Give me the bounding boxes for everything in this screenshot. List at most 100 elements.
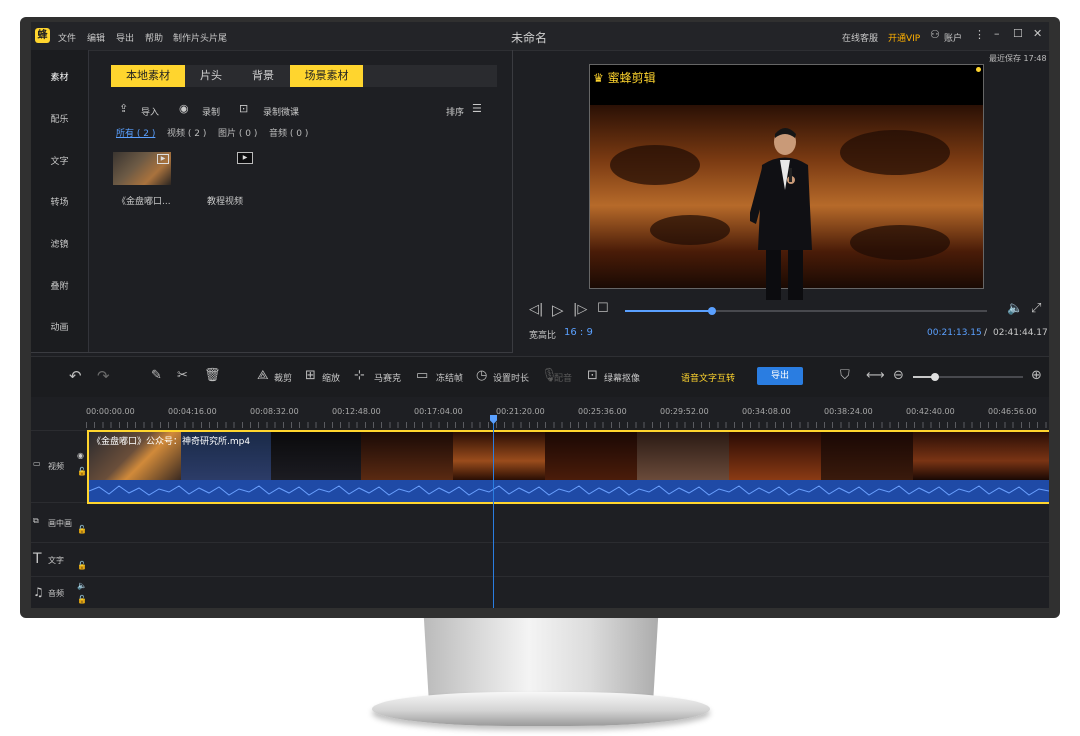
video-preview[interactable]: ♛ 蜜蜂剪辑 bbox=[589, 64, 984, 300]
music-note-icon: ♫ bbox=[33, 585, 44, 599]
minimize-icon[interactable]: – bbox=[994, 27, 1000, 40]
play-icon[interactable]: ▷ bbox=[552, 301, 564, 319]
audio-waveform bbox=[89, 480, 1049, 502]
aspect-ratio-value[interactable]: 16 : 9 bbox=[564, 327, 593, 338]
crop-button[interactable]: 裁剪 bbox=[274, 371, 292, 384]
online-support-link[interactable]: 在线客服 bbox=[842, 31, 878, 44]
export-button[interactable]: 导出 bbox=[757, 367, 803, 385]
redo-icon[interactable]: ↷ bbox=[97, 367, 110, 385]
maximize-icon[interactable]: ☐ bbox=[1013, 27, 1023, 40]
zoom-icon[interactable]: ⊞ bbox=[305, 368, 316, 383]
video-badge-icon: ▶ bbox=[157, 154, 169, 164]
filter-audio[interactable]: 音频 ( 0 ) bbox=[269, 126, 308, 139]
pip-track: ⧉ 画中画 🔓 bbox=[31, 502, 1049, 543]
previous-frame-icon[interactable]: ◁| bbox=[529, 302, 543, 317]
sidebar-item-media[interactable]: 素材 bbox=[31, 70, 88, 83]
resize-handle[interactable] bbox=[976, 67, 981, 72]
green-screen-button[interactable]: 绿幕抠像 bbox=[604, 371, 640, 384]
more-menu-icon[interactable]: ⋮ bbox=[974, 28, 985, 41]
menu-file[interactable]: 文件 bbox=[58, 31, 76, 44]
scissors-icon[interactable]: ✂ bbox=[177, 368, 188, 383]
trash-icon[interactable]: 🗑 bbox=[204, 368, 221, 383]
zoom-in-icon[interactable]: ⊕ bbox=[1031, 368, 1042, 383]
record-lesson-button[interactable]: 录制微课 bbox=[263, 105, 299, 118]
menu-edit[interactable]: 编辑 bbox=[87, 31, 105, 44]
sidebar-item-text[interactable]: 文字 bbox=[31, 154, 88, 167]
import-button[interactable]: 导入 bbox=[141, 105, 159, 118]
menu-export[interactable]: 导出 bbox=[116, 31, 134, 44]
lock-icon[interactable]: 🔓 bbox=[77, 561, 87, 570]
playback-progress-fill bbox=[625, 310, 712, 312]
fit-timeline-icon[interactable]: ⟷ bbox=[866, 368, 885, 383]
sidebar-item-filter[interactable]: 滤镜 bbox=[31, 237, 88, 250]
clock-icon[interactable]: ◷ bbox=[476, 368, 487, 383]
user-icon[interactable]: ⚇ bbox=[930, 28, 940, 41]
filter-image[interactable]: 图片 ( 0 ) bbox=[218, 126, 257, 139]
sidebar-item-animation[interactable]: 动画 bbox=[31, 320, 88, 333]
clip-name: 《金盘嘟口》公众号：神奇研究所.mp4 bbox=[92, 437, 251, 447]
sort-button[interactable]: 排序 bbox=[446, 105, 464, 118]
zoom-out-icon[interactable]: ⊖ bbox=[893, 368, 904, 383]
media-thumbnail[interactable]: ▶ bbox=[113, 152, 171, 185]
record-button[interactable]: 录制 bbox=[202, 105, 220, 118]
audio-track: ♫ 音频 🔈 🔓 bbox=[31, 576, 1049, 608]
tab-local-media[interactable]: 本地素材 bbox=[111, 65, 185, 87]
volume-icon[interactable]: 🔈 bbox=[1007, 301, 1023, 316]
import-icon[interactable]: ⇪ bbox=[119, 102, 128, 115]
account-link[interactable]: 账户 bbox=[944, 31, 962, 44]
eye-icon[interactable]: ◉ bbox=[77, 451, 84, 460]
pip-track-label: 画中画 bbox=[48, 519, 72, 528]
tab-background[interactable]: 背景 bbox=[237, 65, 289, 87]
freeze-frame-icon[interactable]: ▭ bbox=[416, 368, 428, 383]
set-duration-button[interactable]: 设置时长 bbox=[493, 371, 529, 384]
media-item-label[interactable]: 教程视频 bbox=[207, 194, 243, 207]
stop-icon[interactable]: ☐ bbox=[597, 301, 609, 316]
playback-progress-track[interactable] bbox=[625, 307, 987, 315]
zoom-button[interactable]: 缩放 bbox=[322, 371, 340, 384]
sidebar-item-overlay[interactable]: 叠附 bbox=[31, 279, 88, 292]
timeline-zoom-slider[interactable] bbox=[913, 373, 1023, 381]
window-title: 未命名 bbox=[511, 31, 548, 45]
sidebar-item-music[interactable]: 配乐 bbox=[31, 112, 88, 125]
mosaic-button[interactable]: 马赛克 bbox=[374, 371, 401, 384]
timeline-ruler[interactable]: 00:00:00.00 00:04:16.00 00:08:32.00 00:1… bbox=[86, 400, 1049, 430]
menu-intro-outro[interactable]: 制作片头片尾 bbox=[173, 31, 227, 44]
text-track-label: 文字 bbox=[48, 556, 64, 565]
undo-icon[interactable]: ↶ bbox=[69, 367, 82, 385]
green-screen-icon[interactable]: ⊡ bbox=[587, 368, 598, 383]
ruler-tick: 00:17:04.00 bbox=[414, 407, 463, 416]
speech-text-button[interactable]: 语音文字互转 bbox=[681, 371, 735, 384]
menu-help[interactable]: 帮助 bbox=[145, 31, 163, 44]
record-icon[interactable]: ◉ bbox=[179, 102, 189, 115]
lock-icon[interactable]: 🔓 bbox=[77, 595, 87, 604]
tab-intro[interactable]: 片头 bbox=[187, 65, 235, 87]
ruler-tick: 00:46:56.00 bbox=[988, 407, 1037, 416]
tab-scene-media[interactable]: 场景素材 bbox=[290, 65, 363, 87]
freeze-frame-button[interactable]: 冻结帧 bbox=[436, 371, 463, 384]
playback-progress-knob[interactable] bbox=[707, 307, 716, 315]
media-panel bbox=[31, 50, 513, 353]
marker-icon[interactable]: ⛉ bbox=[840, 368, 850, 383]
ruler-tick: 00:21:20.00 bbox=[496, 407, 545, 416]
filter-all[interactable]: 所有 ( 2 ) bbox=[116, 126, 155, 139]
filter-video[interactable]: 视频 ( 2 ) bbox=[167, 126, 206, 139]
vip-link[interactable]: 开通VIP bbox=[888, 31, 920, 44]
volume-icon[interactable]: 🔈 bbox=[77, 581, 87, 590]
media-item-label: 《金盘嘟口... bbox=[117, 197, 171, 207]
pencil-icon[interactable]: ✎ bbox=[151, 368, 162, 383]
next-frame-icon[interactable]: |▷ bbox=[573, 302, 587, 317]
sidebar-item-transition[interactable]: 转场 bbox=[31, 195, 88, 208]
playhead[interactable] bbox=[493, 417, 494, 608]
lock-icon[interactable]: 🔓 bbox=[77, 467, 87, 476]
screen-record-icon[interactable]: ⊡ bbox=[239, 102, 248, 115]
dub-button[interactable]: 配音 bbox=[554, 371, 572, 384]
video-clip[interactable]: 《金盘嘟口》公众号：神奇研究所.mp4 bbox=[87, 430, 1049, 504]
zoom-slider-knob[interactable] bbox=[931, 373, 939, 381]
crop-icon[interactable]: ⟁ bbox=[257, 368, 269, 383]
fullscreen-icon[interactable]: ⤢ bbox=[1031, 301, 1041, 316]
sort-list-icon[interactable]: ☰ bbox=[472, 102, 482, 115]
mosaic-icon[interactable]: ⊹ bbox=[354, 368, 365, 383]
lock-icon[interactable]: 🔓 bbox=[77, 525, 87, 534]
ruler-tick: 00:42:40.00 bbox=[906, 407, 955, 416]
close-icon[interactable]: ✕ bbox=[1033, 27, 1042, 40]
